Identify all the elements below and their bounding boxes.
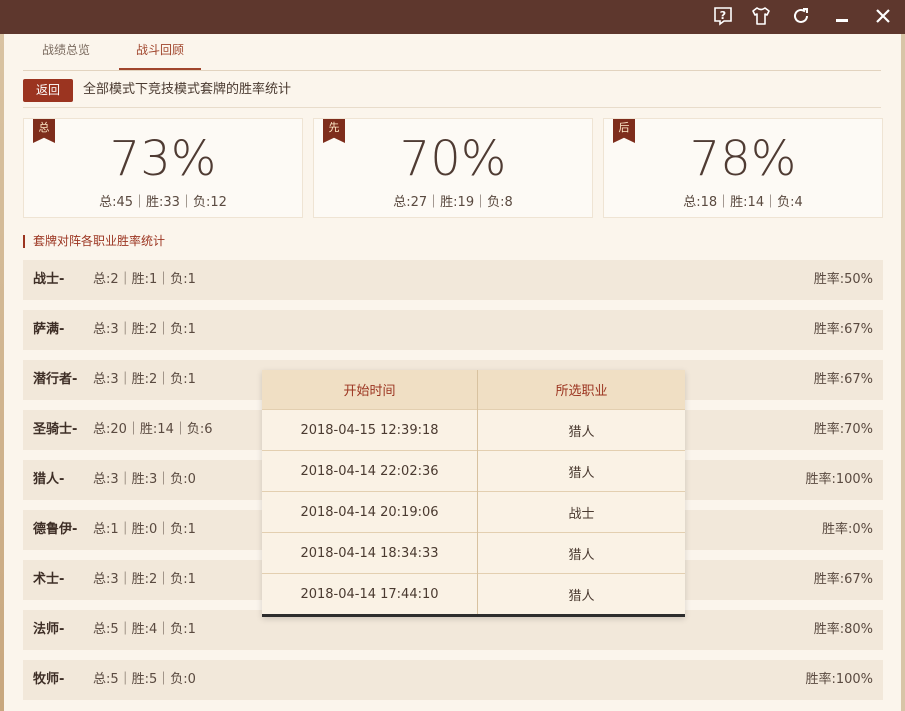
back-button[interactable]: 返回 <box>23 79 73 102</box>
class-cell: 猎人 <box>477 409 685 451</box>
class-name: 圣骑士- <box>33 422 78 437</box>
class-win-rate: 胜率:70% <box>813 422 873 437</box>
class-stats: 总:3｜胜:2｜负:1 <box>93 572 196 587</box>
start-time-cell: 2018-04-14 22:02:36 <box>262 450 478 492</box>
class-row[interactable]: 萨满- 总:3｜胜:2｜负:1 胜率:67% <box>23 310 883 350</box>
refresh-icon[interactable] <box>788 3 814 29</box>
table-row[interactable]: 2018-04-15 12:39:18 猎人 <box>262 409 685 451</box>
header-start-time: 开始时间 <box>262 370 478 410</box>
start-time-cell: 2018-04-14 20:19:06 <box>262 491 478 533</box>
section-title: 全部模式下竞技模式套牌的胜率统计 <box>83 82 292 97</box>
header-selected-class: 所选职业 <box>477 370 685 410</box>
class-stats: 总:1｜胜:0｜负:1 <box>93 522 196 537</box>
minimize-icon[interactable] <box>829 3 855 29</box>
class-stats: 总:5｜胜:4｜负:1 <box>93 622 196 637</box>
win-rate-percent: 78% <box>689 131 797 187</box>
class-stats: 总:3｜胜:2｜负:1 <box>93 322 196 337</box>
class-name: 术士- <box>33 572 65 587</box>
table-row[interactable]: 2018-04-14 17:44:10 猎人 <box>262 573 685 614</box>
win-loss-stats: 总:27｜胜:19｜负:8 <box>393 195 513 210</box>
class-row[interactable]: 牧师- 总:5｜胜:5｜负:0 胜率:100% <box>23 660 883 700</box>
right-edge <box>901 34 905 711</box>
class-name: 萨满- <box>33 322 65 337</box>
summary-card-first: 先 70% 总:27｜胜:19｜负:8 <box>313 118 593 218</box>
class-name: 法师- <box>33 622 65 637</box>
class-name: 战士- <box>33 272 65 287</box>
main-panel: 战绩总览 战斗回顾 返回 全部模式下竞技模式套牌的胜率统计 总 73% 总:45… <box>4 34 901 711</box>
class-win-rate: 胜率:67% <box>813 322 873 337</box>
win-rate-percent: 73% <box>109 131 217 187</box>
class-win-rate: 胜率:100% <box>805 672 873 687</box>
start-time-cell: 2018-04-14 18:34:33 <box>262 532 478 574</box>
class-stats-heading: 套牌对阵各职业胜率统计 <box>23 235 165 248</box>
win-loss-stats: 总:18｜胜:14｜负:4 <box>683 195 803 210</box>
win-loss-stats: 总:45｜胜:33｜负:12 <box>99 195 227 210</box>
class-win-rate: 胜率:100% <box>805 472 873 487</box>
class-stats: 总:2｜胜:1｜负:1 <box>93 272 196 287</box>
tab-overview[interactable]: 战绩总览 <box>23 34 109 69</box>
summary-card-total: 总 73% 总:45｜胜:33｜负:12 <box>23 118 303 218</box>
start-time-cell: 2018-04-15 12:39:18 <box>262 409 478 451</box>
start-time-cell: 2018-04-14 17:44:10 <box>262 573 478 614</box>
class-win-rate: 胜率:50% <box>813 272 873 287</box>
divider <box>23 107 881 108</box>
class-name: 德鲁伊- <box>33 522 78 537</box>
class-stats: 总:3｜胜:2｜负:1 <box>93 372 196 387</box>
skin-icon[interactable] <box>748 3 774 29</box>
class-stats: 总:3｜胜:3｜负:0 <box>93 472 196 487</box>
close-icon[interactable] <box>870 3 896 29</box>
table-row[interactable]: 2018-04-14 18:34:33 猎人 <box>262 532 685 574</box>
match-history-popup: 开始时间 所选职业 2018-04-15 12:39:18 猎人 2018-04… <box>262 370 685 617</box>
summary-card-second: 后 78% 总:18｜胜:14｜负:4 <box>603 118 883 218</box>
class-win-rate: 胜率:67% <box>813 372 873 387</box>
title-bar: ? <box>0 0 905 34</box>
class-cell: 猎人 <box>477 573 685 614</box>
class-stats: 总:5｜胜:5｜负:0 <box>93 672 196 687</box>
class-cell: 猎人 <box>477 532 685 574</box>
class-win-rate: 胜率:67% <box>813 572 873 587</box>
class-row[interactable]: 战士- 总:2｜胜:1｜负:1 胜率:50% <box>23 260 883 300</box>
class-cell: 战士 <box>477 491 685 533</box>
class-win-rate: 胜率:0% <box>821 522 873 537</box>
help-icon[interactable]: ? <box>710 3 736 29</box>
class-name: 潜行者- <box>33 372 78 387</box>
match-history-table: 开始时间 所选职业 2018-04-15 12:39:18 猎人 2018-04… <box>262 370 685 614</box>
class-name: 猎人- <box>33 472 65 487</box>
class-cell: 猎人 <box>477 450 685 492</box>
class-name: 牧师- <box>33 672 65 687</box>
win-rate-percent: 70% <box>399 131 507 187</box>
table-row[interactable]: 2018-04-14 22:02:36 猎人 <box>262 450 685 492</box>
tab-bar: 战绩总览 战斗回顾 <box>23 34 881 71</box>
class-win-rate: 胜率:80% <box>813 622 873 637</box>
tab-battle-review[interactable]: 战斗回顾 <box>119 34 201 70</box>
table-row[interactable]: 2018-04-14 20:19:06 战士 <box>262 491 685 533</box>
svg-text:?: ? <box>720 9 726 22</box>
class-stats: 总:20｜胜:14｜负:6 <box>93 422 213 437</box>
